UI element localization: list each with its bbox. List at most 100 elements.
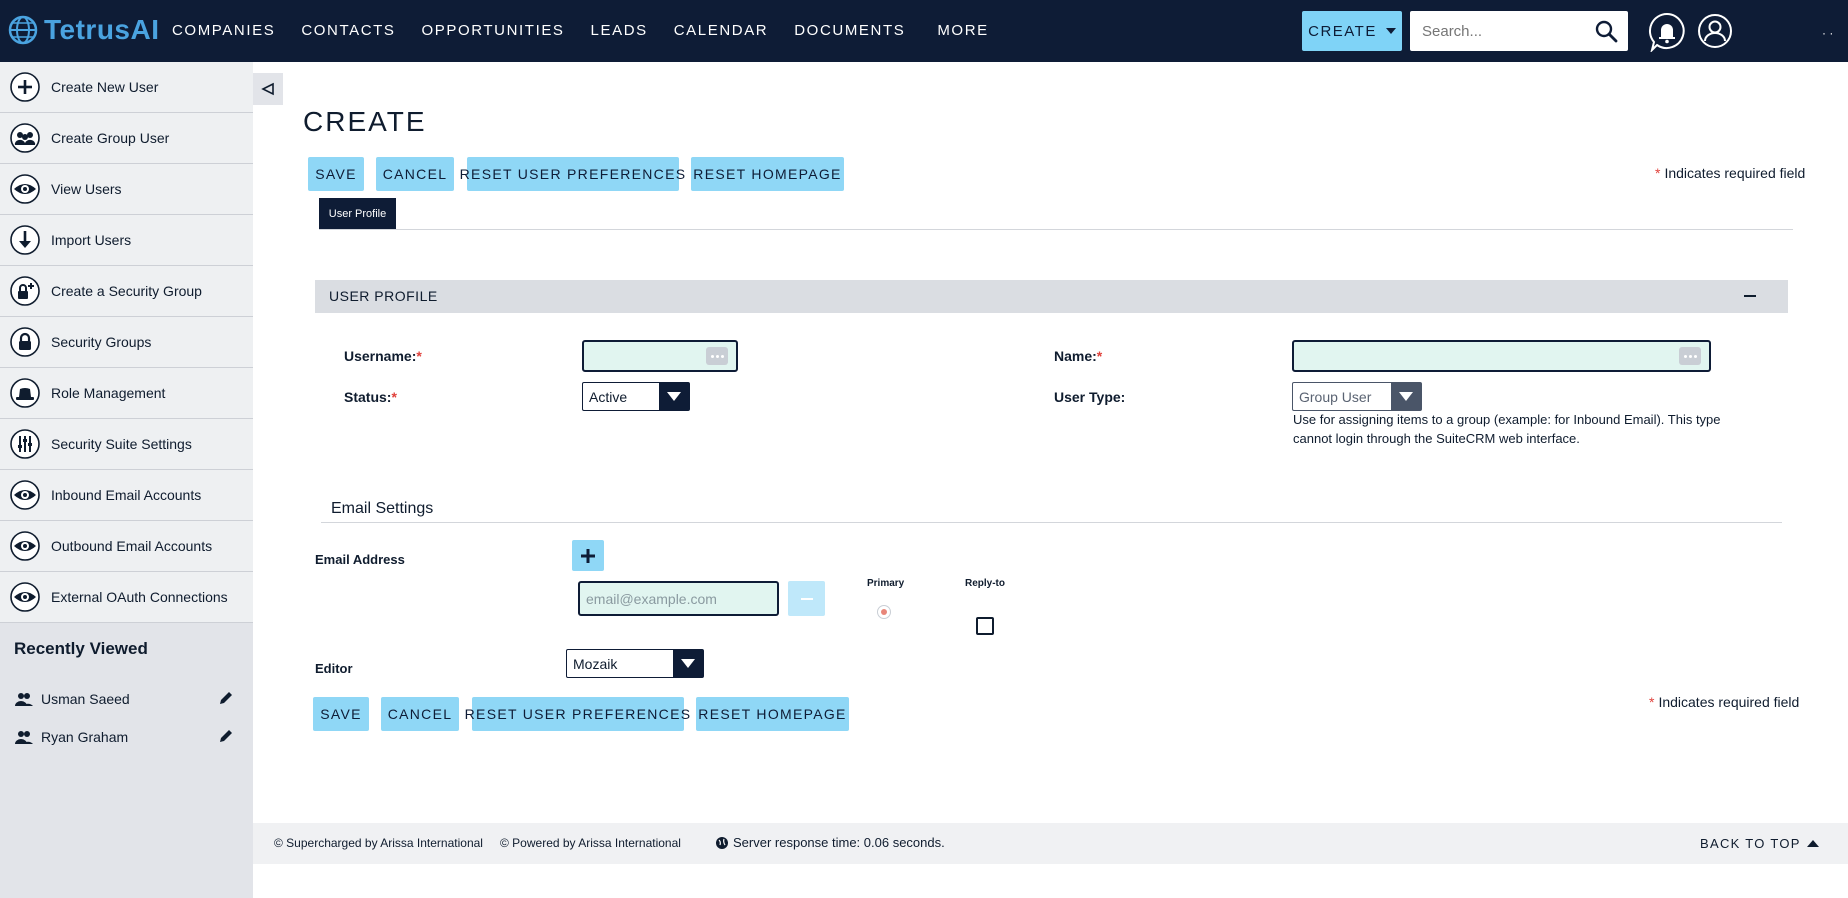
sidebar-item-label: External OAuth Connections (51, 589, 228, 605)
more-options-icon[interactable] (706, 347, 728, 365)
sidebar-item-security-groups[interactable]: Security Groups (0, 317, 253, 368)
nav-documents[interactable]: DOCUMENTS (794, 22, 905, 39)
editor-select[interactable]: Mozaik (566, 649, 704, 678)
cancel-button[interactable]: CANCEL (376, 157, 454, 191)
collapse-minus-icon[interactable] (1744, 295, 1756, 297)
sidebar-item-label: Security Suite Settings (51, 436, 192, 452)
lock-icon (10, 327, 40, 357)
pencil-edit-icon[interactable] (218, 690, 234, 706)
required-star: * (1096, 348, 1103, 364)
sidebar-item-security-suite-settings[interactable]: Security Suite Settings (0, 419, 253, 470)
search-input[interactable] (1410, 11, 1592, 51)
nav-contacts[interactable]: CONTACTS (301, 22, 395, 39)
overflow-menu[interactable]: · · (1822, 26, 1833, 40)
minus-icon (800, 597, 813, 600)
nav-leads[interactable]: LEADS (591, 22, 648, 39)
sidebar: Create New User Create Group User View U… (0, 62, 253, 898)
sidebar-item-label: Outbound Email Accounts (51, 538, 213, 554)
sidebar-item-outbound-email-accounts[interactable]: Outbound Email Accounts (0, 521, 253, 572)
user-profile-panel-header[interactable]: USER PROFILE (315, 280, 1788, 313)
recent-item-label: Usman Saeed (41, 691, 130, 707)
caret-down-icon (1385, 28, 1396, 34)
footer-powered[interactable]: © Powered by Arissa International (500, 836, 681, 850)
primary-label: Primary (867, 578, 905, 589)
sidebar-item-label: Role Management (51, 385, 166, 401)
download-arrow-icon (10, 225, 40, 255)
hat-icon (10, 378, 40, 408)
required-star: * (1649, 694, 1655, 710)
cancel-button[interactable]: CANCEL (381, 697, 459, 731)
sidebar-item-create-security-group[interactable]: Create a Security Group (0, 266, 253, 317)
section-divider (321, 522, 1782, 523)
sidebar-item-external-oauth-connections[interactable]: External OAuth Connections (0, 572, 253, 623)
triangle-left-icon (261, 82, 274, 96)
create-dropdown-button[interactable]: CREATE (1302, 11, 1402, 51)
sidebar-item-label: Import Users (51, 232, 132, 248)
required-field-note: * Indicates required field (1655, 165, 1805, 181)
sidebar-item-inbound-email-accounts[interactable]: Inbound Email Accounts (0, 470, 253, 521)
status-value: Active (589, 389, 628, 405)
search-icon[interactable] (1594, 19, 1618, 43)
reset-user-preferences-button[interactable]: RESET USER PREFERENCES (465, 697, 690, 731)
required-note-text: Indicates required field (1658, 694, 1800, 710)
sidebar-item-create-group-user[interactable]: Create Group User (0, 113, 253, 164)
required-star: * (1655, 165, 1661, 181)
username-label: Username:* (344, 348, 422, 364)
save-button[interactable]: SAVE (313, 697, 369, 731)
plus-circle-icon (10, 72, 40, 102)
reply-to-checkbox[interactable] (976, 617, 994, 635)
sidebar-item-create-new-user[interactable]: Create New User (0, 62, 253, 113)
logo[interactable]: TetrusAI (6, 12, 160, 48)
status-select[interactable]: Active (582, 382, 690, 411)
recent-item[interactable]: Ryan Graham (14, 727, 234, 747)
footer-supercharged[interactable]: © Supercharged by Arissa International (274, 836, 483, 850)
eye-icon (10, 582, 40, 612)
create-label: CREATE (1308, 22, 1377, 40)
name-field[interactable] (1292, 340, 1711, 372)
main-nav: COMPANIES CONTACTS OPPORTUNITIES LEADS C… (172, 22, 1015, 39)
dropdown-arrow-icon[interactable] (659, 383, 689, 410)
email-field[interactable] (578, 581, 779, 616)
email-input[interactable] (580, 583, 777, 614)
username-field[interactable] (582, 340, 738, 372)
footer: © Supercharged by Arissa International ©… (253, 823, 1848, 864)
nav-calendar[interactable]: CALENDAR (674, 22, 769, 39)
panel-title: USER PROFILE (329, 288, 438, 304)
remove-email-button[interactable] (788, 581, 825, 616)
back-to-top-link[interactable]: BACK TO TOP (1700, 836, 1819, 851)
reset-homepage-button[interactable]: RESET HOMEPAGE (691, 157, 844, 191)
sidebar-item-view-users[interactable]: View Users (0, 164, 253, 215)
more-options-icon[interactable] (1679, 347, 1701, 365)
sidebar-item-import-users[interactable]: Import Users (0, 215, 253, 266)
recent-item[interactable]: Usman Saeed (14, 689, 234, 709)
sidebar-item-label: Inbound Email Accounts (51, 487, 202, 503)
dropdown-arrow-icon[interactable] (1391, 383, 1421, 410)
add-email-button[interactable] (572, 540, 604, 571)
sidebar-item-label: Create a Security Group (51, 283, 202, 299)
notifications-bell-icon[interactable] (1648, 12, 1686, 52)
globe-logo-icon (8, 15, 38, 45)
eye-icon (10, 174, 40, 204)
nav-opportunities[interactable]: OPPORTUNITIES (422, 22, 565, 39)
reset-user-preferences-button[interactable]: RESET USER PREFERENCES (460, 157, 685, 191)
primary-radio[interactable] (877, 605, 891, 619)
nav-companies[interactable]: COMPANIES (172, 22, 275, 39)
page-title: CREATE (303, 106, 427, 137)
email-settings-title: Email Settings (331, 500, 434, 517)
sidebar-item-role-management[interactable]: Role Management (0, 368, 253, 419)
sidebar-collapse-button[interactable] (253, 73, 283, 105)
required-star: * (391, 389, 397, 405)
tab-user-profile[interactable]: User Profile (319, 198, 396, 229)
nav-more[interactable]: MORE (937, 22, 988, 39)
user-profile-icon[interactable] (1697, 13, 1733, 49)
pencil-edit-icon[interactable] (218, 728, 234, 744)
save-button[interactable]: SAVE (308, 157, 364, 191)
server-response: Server response time: 0.06 seconds. (715, 835, 945, 850)
reset-homepage-button[interactable]: RESET HOMEPAGE (696, 697, 849, 731)
name-input[interactable] (1294, 342, 1709, 370)
editor-value: Mozaik (573, 656, 618, 672)
sliders-icon (10, 429, 40, 459)
dropdown-arrow-icon[interactable] (673, 650, 703, 677)
user-type-select[interactable]: Group User (1292, 382, 1422, 411)
top-navigation-bar: TetrusAI COMPANIES CONTACTS OPPORTUNITIE… (0, 0, 1848, 62)
